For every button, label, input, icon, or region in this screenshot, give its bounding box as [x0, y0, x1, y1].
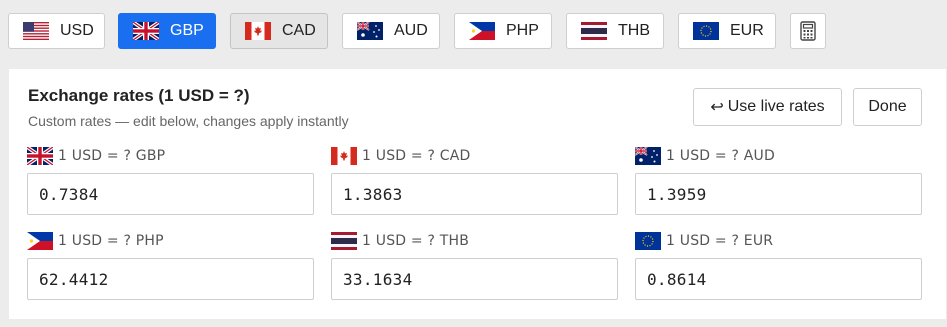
currency-tab-label: GBP	[170, 22, 204, 39]
exchange-rates-panel: Exchange rates (1 USD = ?) Custom rates …	[9, 69, 946, 319]
rate-field-php: 1 USD = ? PHP	[27, 232, 314, 300]
us-flag-icon	[23, 22, 49, 40]
rate-field-cad: 1 USD = ? CAD	[331, 147, 618, 215]
rate-input-php[interactable]	[27, 258, 314, 300]
rate-label-text: 1 USD = ? PHP	[58, 233, 164, 249]
australia-flag-icon	[635, 147, 661, 165]
canada-flag-icon	[331, 147, 357, 165]
rate-field-gbp: 1 USD = ? GBP	[27, 147, 314, 215]
thailand-flag-icon	[331, 232, 357, 250]
done-button[interactable]: Done	[853, 88, 922, 126]
eu-flag-icon	[693, 22, 719, 40]
calculator-icon	[800, 21, 816, 41]
rate-label-text: 1 USD = ? AUD	[666, 148, 775, 164]
canada-flag-icon	[245, 22, 271, 40]
philippines-flag-icon	[469, 22, 495, 40]
currency-tab-php[interactable]: PHP	[454, 13, 552, 49]
panel-subtitle: Custom rates — edit below, changes apply…	[28, 113, 349, 129]
rate-input-aud[interactable]	[635, 173, 922, 215]
thailand-flag-icon	[581, 22, 607, 40]
use-live-rates-button[interactable]: ↩ Use live rates	[693, 88, 842, 126]
rate-label-text: 1 USD = ? THB	[362, 233, 470, 249]
eu-flag-icon	[635, 232, 661, 250]
australia-flag-icon	[357, 22, 383, 40]
rate-label: 1 USD = ? GBP	[27, 147, 314, 165]
rate-label-text: 1 USD = ? CAD	[362, 148, 471, 164]
uk-flag-icon	[133, 22, 159, 40]
rate-field-aud: 1 USD = ? AUD	[635, 147, 922, 215]
currency-tab-label: EUR	[730, 22, 764, 39]
currency-tab-aud[interactable]: AUD	[342, 13, 440, 49]
rate-input-eur[interactable]	[635, 258, 922, 300]
currency-tab-label: AUD	[394, 22, 428, 39]
currency-tab-label: USD	[60, 22, 94, 39]
rate-label-text: 1 USD = ? EUR	[666, 233, 774, 249]
rate-input-gbp[interactable]	[27, 173, 314, 215]
done-label: Done	[868, 98, 907, 115]
philippines-flag-icon	[27, 232, 53, 250]
rate-label: 1 USD = ? CAD	[331, 147, 618, 165]
currency-tab-label: PHP	[506, 22, 539, 39]
calculator-button[interactable]	[790, 13, 826, 49]
currency-tab-thb[interactable]: THB	[566, 13, 664, 49]
currency-tab-gbp[interactable]: GBP	[118, 13, 216, 49]
currency-tab-label: THB	[618, 22, 650, 39]
currency-tab-cad[interactable]: CAD	[230, 13, 328, 49]
rate-label: 1 USD = ? AUD	[635, 147, 922, 165]
rate-label: 1 USD = ? EUR	[635, 232, 922, 250]
rate-label: 1 USD = ? THB	[331, 232, 618, 250]
currency-tab-eur[interactable]: EUR	[678, 13, 776, 49]
panel-title: Exchange rates (1 USD = ?)	[28, 86, 250, 105]
undo-arrow-icon: ↩	[710, 99, 724, 116]
rate-field-thb: 1 USD = ? THB	[331, 232, 618, 300]
rate-label-text: 1 USD = ? GBP	[58, 148, 166, 164]
rate-input-cad[interactable]	[331, 173, 618, 215]
rate-label: 1 USD = ? PHP	[27, 232, 314, 250]
rate-field-eur: 1 USD = ? EUR	[635, 232, 922, 300]
currency-tab-label: CAD	[282, 22, 316, 39]
uk-flag-icon	[27, 147, 53, 165]
currency-tab-usd[interactable]: USD	[8, 13, 105, 49]
use-live-rates-label: Use live rates	[727, 98, 825, 115]
rate-input-thb[interactable]	[331, 258, 618, 300]
